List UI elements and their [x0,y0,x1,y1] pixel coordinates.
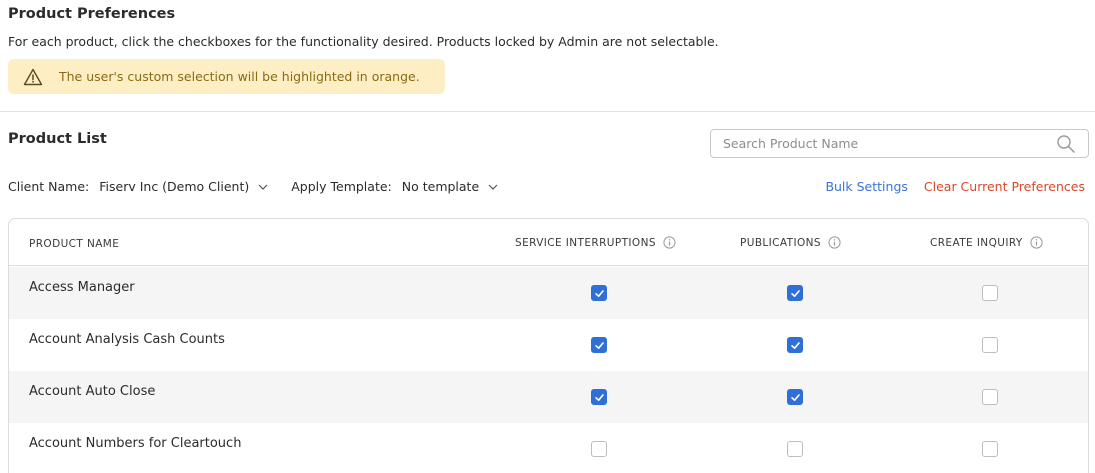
service-interruptions-checkbox[interactable] [591,285,607,301]
product-list-title: Product List [8,131,107,147]
table-row: Account Auto Close [9,371,1088,423]
search-box [710,129,1089,158]
search-input[interactable] [711,130,1051,157]
client-name-select[interactable]: Fiserv Inc (Demo Client) [99,179,249,194]
info-icon[interactable] [828,236,841,249]
column-header-product-name: PRODUCT NAME [29,238,119,250]
table-row: Account Numbers for Cleartouch [9,423,1088,473]
publications-checkbox[interactable] [787,441,803,457]
create-inquiry-checkbox[interactable] [982,337,998,353]
checkmark-icon [594,393,604,401]
filter-bar: Client Name: Fiserv Inc (Demo Client) Ap… [8,179,499,194]
client-name-label: Client Name: [8,179,90,194]
service-interruptions-checkbox[interactable] [591,337,607,353]
table-row: Access Manager [9,267,1088,319]
column-label: CREATE INQUIRY [930,236,1023,249]
table-actions: Bulk Settings Clear Current Preferences [825,179,1085,194]
product-name: Account Analysis Cash Counts [29,332,225,347]
checkmark-icon [790,341,800,349]
page-description: For each product, click the checkboxes f… [8,34,719,49]
chevron-down-icon[interactable] [487,181,499,193]
warning-icon [23,68,43,85]
checkmark-icon [594,289,604,297]
chevron-down-icon[interactable] [257,181,269,193]
publications-checkbox[interactable] [787,389,803,405]
alert-message: The user's custom selection will be high… [59,69,420,84]
info-icon[interactable] [663,236,676,249]
create-inquiry-checkbox[interactable] [982,441,998,457]
publications-checkbox[interactable] [787,337,803,353]
column-header-publications: PUBLICATIONS [740,236,841,249]
checkmark-icon [790,393,800,401]
product-name: Account Numbers for Cleartouch [29,436,242,451]
product-table: PRODUCT NAME SERVICE INTERRUPTIONS PUBLI… [8,218,1089,473]
apply-template-label: Apply Template: [291,179,392,194]
checkmark-icon [594,341,604,349]
info-alert: The user's custom selection will be high… [8,59,445,94]
create-inquiry-checkbox[interactable] [982,285,998,301]
search-icon[interactable] [1056,134,1076,154]
checkmark-icon [790,289,800,297]
table-row: Account Analysis Cash Counts [9,319,1088,371]
service-interruptions-checkbox[interactable] [591,441,607,457]
bulk-settings-link[interactable]: Bulk Settings [825,179,907,194]
column-label: SERVICE INTERRUPTIONS [515,236,656,249]
column-header-create-inquiry: CREATE INQUIRY [930,236,1043,249]
template-select[interactable]: No template [402,179,479,194]
section-divider [0,111,1095,112]
product-name: Access Manager [29,280,135,295]
column-label: PRODUCT NAME [29,238,120,250]
table-header: PRODUCT NAME SERVICE INTERRUPTIONS PUBLI… [9,219,1088,266]
column-header-service-interruptions: SERVICE INTERRUPTIONS [515,236,676,249]
service-interruptions-checkbox[interactable] [591,389,607,405]
publications-checkbox[interactable] [787,285,803,301]
product-name: Account Auto Close [29,384,156,399]
page-title: Product Preferences [8,6,176,22]
clear-preferences-link[interactable]: Clear Current Preferences [924,179,1085,194]
create-inquiry-checkbox[interactable] [982,389,998,405]
info-icon[interactable] [1030,236,1043,249]
column-label: PUBLICATIONS [740,236,821,249]
